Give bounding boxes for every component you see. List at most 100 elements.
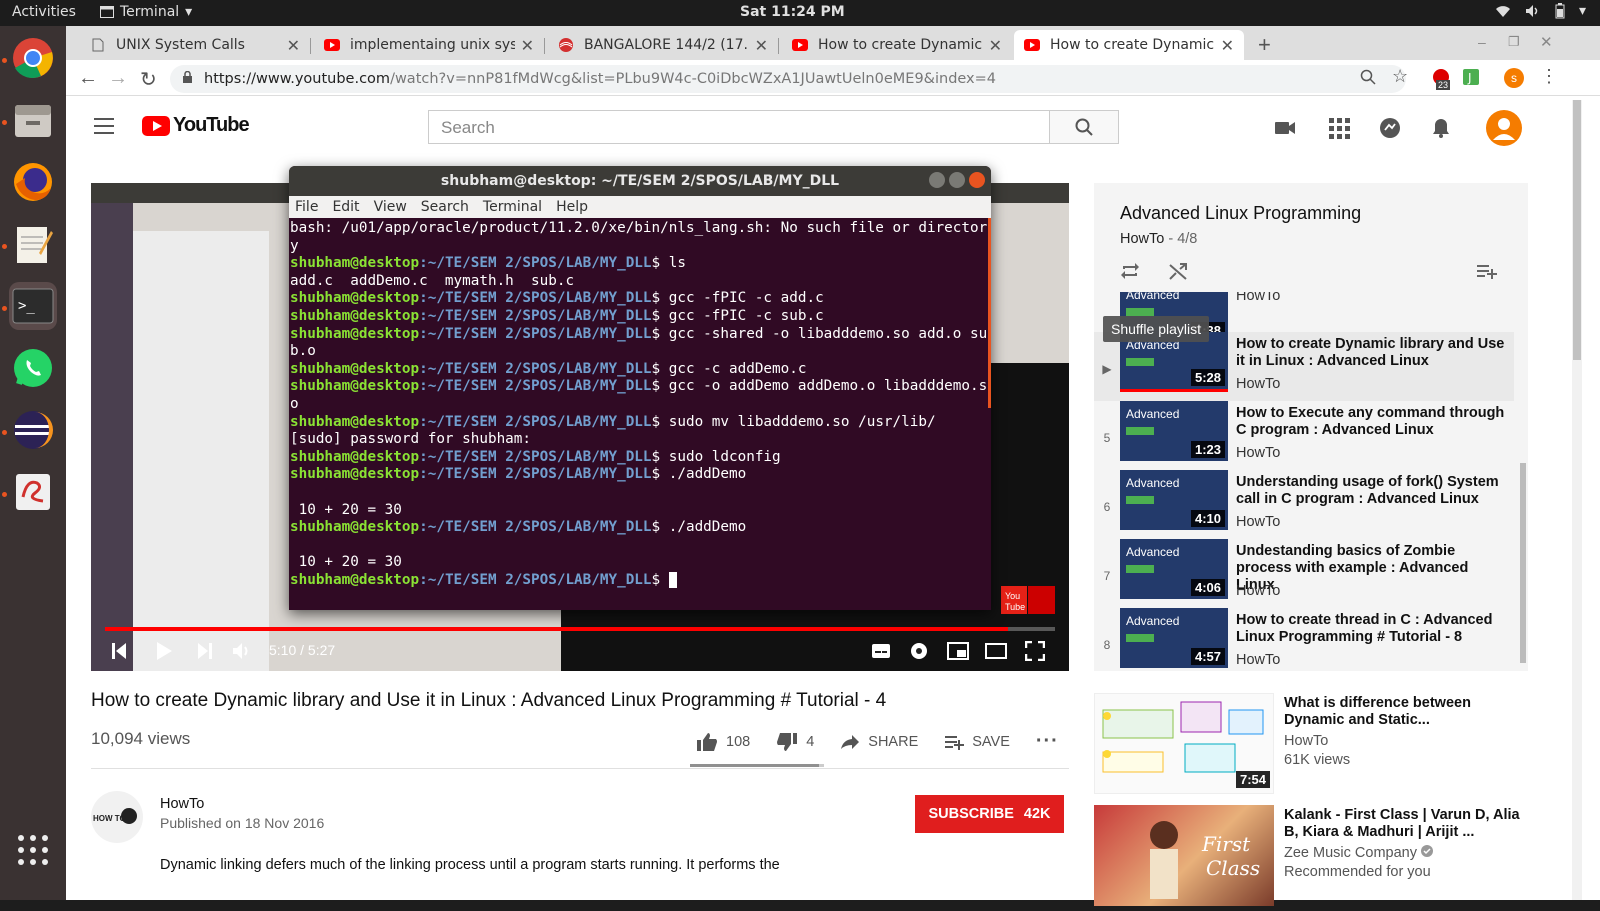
playlist-item[interactable]: ▶ Advanced 5:28 How to create Dynamic libra… [1094,332,1514,401]
menu-terminal[interactable]: Terminal [483,199,542,215]
playlist-item-channel[interactable]: HowTo [1236,652,1280,668]
account-avatar[interactable] [1486,110,1522,146]
extension-icon[interactable]: J [1462,68,1480,91]
menu-edit[interactable]: Edit [332,199,359,215]
playlist-item[interactable]: 5 Advanced 1:23 How to Execute any command … [1094,401,1514,470]
playlist-thumbnail[interactable]: Advanced 4:10 [1120,470,1228,530]
close-icon[interactable]: ✕ [287,36,300,55]
playlist-item-title[interactable]: How to Execute any command through C pro… [1236,405,1508,439]
recommendation-channel[interactable]: Zee Music Company [1284,845,1433,861]
maximize-button[interactable]: ❐ [1508,34,1520,50]
playlist-item-channel[interactable]: HowTo [1236,445,1280,461]
channel-avatar[interactable]: HOW TO [91,791,143,843]
youtube-logo[interactable]: YouTube [142,114,250,137]
close-icon[interactable]: ✕ [989,36,1002,55]
minimize-button[interactable]: – [1478,34,1486,50]
recommendation-channel[interactable]: HowTo [1284,733,1328,749]
recommendation-title[interactable]: Kalank - First Class | Varun D, Alia B, … [1284,807,1524,841]
playlist-thumbnail[interactable]: Advanced 4:57 [1120,608,1228,668]
playlist-item[interactable]: 6 Advanced 4:10 Understanding usage of fork… [1094,470,1514,539]
close-icon[interactable]: ✕ [755,36,768,55]
playlist-item[interactable]: 7 Advanced 4:06 Undestanding basics of Zomb… [1094,539,1514,608]
playlist-thumbnail[interactable]: Advanced 1:23 [1120,401,1228,461]
browser-tab-active[interactable]: How to create Dynamic lib ✕ [1014,30,1244,60]
menu-view[interactable]: View [374,199,407,215]
maximize-button[interactable] [949,172,965,188]
playlist-item-channel[interactable]: HowTo [1236,292,1280,304]
browser-tab[interactable]: UNIX System Calls ✕ [80,30,310,60]
menu-search[interactable]: Search [421,199,469,215]
kebab-menu-icon[interactable]: ⋮ [1540,66,1558,87]
next-icon[interactable] [197,641,213,661]
clock[interactable]: Sat 11:24 PM [740,4,845,20]
playlist-item[interactable]: 8 Advanced 4:57 How to create thread in C :… [1094,608,1514,671]
playlist-thumbnail[interactable]: Advanced 4:06 [1120,539,1228,599]
text-editor-icon[interactable] [9,220,57,268]
terminal-output[interactable]: bash: /u01/app/oracle/product/11.2.0/xe/… [289,218,991,591]
lock-icon[interactable] [182,70,193,89]
settings-gear-icon[interactable] [909,641,929,661]
profile-avatar[interactable]: s [1504,68,1524,88]
minimize-button[interactable] [929,172,945,188]
playlist-channel[interactable]: HowTo [1120,231,1164,247]
page-scrollbar-thumb[interactable] [1573,100,1581,360]
shuffle-icon[interactable] [1168,261,1188,281]
browser-tab[interactable]: implementaing unix syste ✕ [314,30,544,60]
playlist-title[interactable]: Advanced Linux Programming [1120,203,1361,224]
close-button[interactable] [969,172,985,188]
url-bar[interactable]: https://www.youtube.com/watch?v=nnP81fMd… [170,65,1406,93]
hamburger-menu-icon[interactable] [94,118,114,139]
firefox-icon[interactable] [9,158,57,206]
playlist-item-channel[interactable]: HowTo [1236,583,1280,599]
play-icon[interactable] [155,641,173,661]
back-icon[interactable]: ← [78,67,98,90]
terminal-scrollbar[interactable] [988,218,991,408]
show-apps-icon[interactable] [9,826,57,874]
previous-icon[interactable] [111,641,127,661]
new-tab-button[interactable]: + [1258,32,1271,58]
loop-icon[interactable] [1120,261,1140,281]
reload-icon[interactable]: ↻ [140,67,157,92]
page-scrollbar[interactable] [1572,100,1582,900]
recommendation-thumbnail[interactable]: First Class [1094,805,1274,906]
apps-grid-icon[interactable] [1328,117,1350,139]
close-icon[interactable]: ✕ [1221,36,1234,55]
fullscreen-icon[interactable] [1025,641,1045,661]
recommendation-item[interactable]: First Class Kalank - First Class | Varun … [1094,805,1534,911]
files-icon[interactable] [9,96,57,144]
eclipse-icon[interactable] [9,406,57,454]
search-input[interactable]: Search [428,110,1050,144]
channel-watermark-icon[interactable]: YouTube [1001,586,1055,614]
playlist-item-title[interactable]: Understanding usage of fork() System cal… [1236,474,1508,508]
playlist-item-channel[interactable]: HowTo [1236,376,1280,392]
chrome-icon[interactable] [9,34,57,82]
terminal-icon[interactable]: >_ [9,282,57,330]
playlist-item-title[interactable]: How to create thread in C : Advanced Lin… [1236,612,1508,646]
bookmark-star-icon[interactable]: ☆ [1392,66,1408,87]
video-progress-bar[interactable] [105,627,1055,631]
window-close-button[interactable]: ✕ [1540,33,1553,51]
dislike-button[interactable]: 4 [776,732,814,752]
playlist-item-title[interactable]: How to create Dynamic library and Use it… [1236,336,1508,370]
messages-icon[interactable] [1379,117,1401,139]
forward-icon[interactable]: → [108,67,128,90]
recommendation-item[interactable]: 7:54 What is difference between Dynamic … [1094,693,1534,799]
share-button[interactable]: SHARE [840,734,918,750]
playlist-item-channel[interactable]: HowTo [1236,514,1280,530]
playlist-save-icon[interactable] [1476,263,1498,281]
browser-tab[interactable]: How to create Dynamic lib ✕ [782,30,1012,60]
whatsapp-icon[interactable] [9,344,57,392]
more-actions-icon[interactable]: ··· [1036,730,1059,753]
browser-tab[interactable]: BANGALORE 144/2 (17.2) ✕ [548,30,778,60]
miniplayer-icon[interactable] [947,642,969,660]
theater-mode-icon[interactable] [985,643,1007,659]
close-icon[interactable]: ✕ [521,36,534,55]
activities-button[interactable]: Activities [12,4,76,20]
video-camera-icon[interactable] [1274,117,1296,139]
subscribe-button[interactable]: SUBSCRIBE 42K [915,795,1064,833]
recommendation-title[interactable]: What is difference between Dynamic and S… [1284,695,1524,729]
channel-name[interactable]: HowTo [160,796,204,812]
save-button[interactable]: SAVE [944,734,1010,750]
notification-bell-icon[interactable] [1430,117,1452,139]
system-tray[interactable]: ▾ [1495,3,1586,19]
